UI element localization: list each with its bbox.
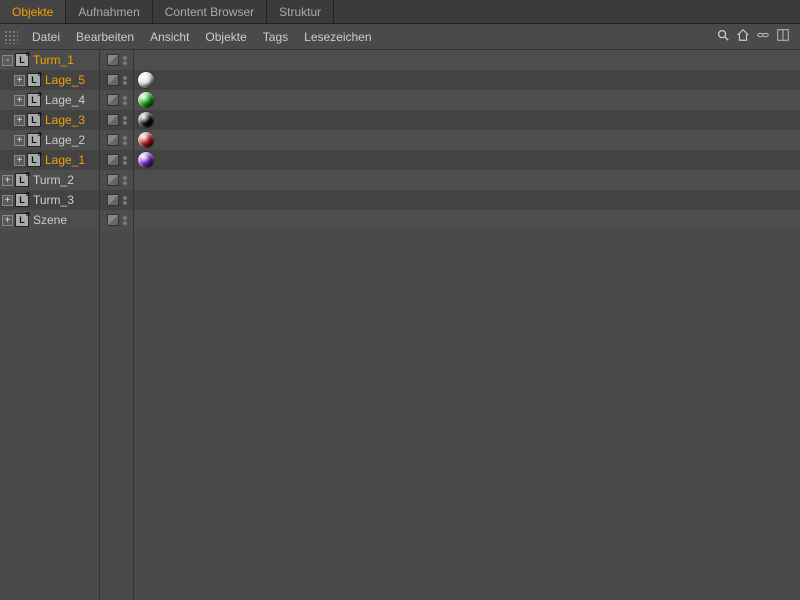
tag-row[interactable] (134, 150, 800, 170)
tag-row[interactable] (134, 90, 800, 110)
expand-icon[interactable]: + (2, 215, 13, 226)
render-visibility-toggle[interactable] (123, 216, 127, 225)
tree-item[interactable]: +L Lage_3 (0, 110, 99, 130)
material-tag-icon[interactable] (138, 72, 154, 88)
tag-row[interactable] (134, 170, 800, 190)
tab-aufnahmen[interactable]: Aufnahmen (66, 0, 152, 23)
material-tag-icon[interactable] (138, 152, 154, 168)
render-visibility-toggle[interactable] (123, 96, 127, 105)
tree-item-label: Turm_1 (33, 53, 74, 67)
layer-controls (100, 110, 133, 130)
null-object-icon: L (15, 173, 29, 187)
link-icon[interactable] (756, 28, 770, 45)
null-object-icon: L (27, 133, 41, 147)
tag-row[interactable] (134, 50, 800, 70)
tree-item-label: Lage_3 (45, 113, 85, 127)
material-tag-icon[interactable] (138, 112, 154, 128)
tree-item[interactable]: +L Lage_4 (0, 90, 99, 110)
menu-datei[interactable]: Datei (24, 24, 68, 50)
null-object-icon: L (27, 113, 41, 127)
layer-controls (100, 210, 133, 230)
tag-row[interactable] (134, 190, 800, 210)
render-visibility-toggle[interactable] (123, 136, 127, 145)
tag-row[interactable] (134, 130, 800, 150)
tab-objekte[interactable]: Objekte (0, 0, 66, 23)
object-manager-menubar: Datei Bearbeiten Ansicht Objekte Tags Le… (0, 24, 800, 50)
panel-grip-icon[interactable] (4, 30, 18, 44)
material-tag-icon[interactable] (138, 132, 154, 148)
render-visibility-toggle[interactable] (123, 156, 127, 165)
layer-visibility-toggle[interactable] (107, 54, 119, 66)
null-object-icon: L (15, 53, 29, 67)
object-manager-body: -LTurm_1+LLage_5+LLage_4+LLage_3+LLage_2… (0, 50, 800, 600)
layer-visibility-toggle[interactable] (107, 94, 119, 106)
render-visibility-toggle[interactable] (123, 176, 127, 185)
tag-row[interactable] (134, 70, 800, 90)
layer-visibility-toggle[interactable] (107, 114, 119, 126)
collapse-icon[interactable]: - (2, 55, 13, 66)
tree-item-label: Lage_4 (45, 93, 85, 107)
layout-icon[interactable] (776, 28, 790, 45)
tree-item[interactable]: +L Lage_5 (0, 70, 99, 90)
menu-ansicht[interactable]: Ansicht (142, 24, 197, 50)
tree-item[interactable]: +L Lage_1 (0, 150, 99, 170)
expand-icon[interactable]: + (14, 75, 25, 86)
layer-controls (100, 170, 133, 190)
tree-item[interactable]: +L Turm_3 (0, 190, 99, 210)
tree-item[interactable]: +L Szene (0, 210, 99, 230)
layer-visibility-toggle[interactable] (107, 154, 119, 166)
null-object-icon: L (27, 73, 41, 87)
tree-item-label: Lage_2 (45, 133, 85, 147)
tree-item-label: Turm_3 (33, 193, 74, 207)
material-tag-icon[interactable] (138, 92, 154, 108)
tree-item[interactable]: +L Turm_2 (0, 170, 99, 190)
expand-icon[interactable]: + (2, 195, 13, 206)
null-object-icon: L (27, 93, 41, 107)
tree-item[interactable]: -L Turm_1 (0, 50, 99, 70)
tag-row[interactable] (134, 110, 800, 130)
menu-lesezeichen[interactable]: Lesezeichen (296, 24, 379, 50)
render-visibility-toggle[interactable] (123, 196, 127, 205)
layer-controls (100, 90, 133, 110)
tab-content-browser[interactable]: Content Browser (153, 0, 267, 23)
tree-item-label: Lage_5 (45, 73, 85, 87)
layer-visibility-toggle[interactable] (107, 74, 119, 86)
render-visibility-toggle[interactable] (123, 116, 127, 125)
expand-icon[interactable]: + (14, 135, 25, 146)
search-icon[interactable] (716, 28, 730, 45)
menu-bearbeiten[interactable]: Bearbeiten (68, 24, 142, 50)
expand-icon[interactable]: + (2, 175, 13, 186)
menu-objekte[interactable]: Objekte (197, 24, 254, 50)
expand-icon[interactable]: + (14, 95, 25, 106)
menu-tags[interactable]: Tags (255, 24, 296, 50)
tree-item[interactable]: +L Lage_2 (0, 130, 99, 150)
tree-item-label: Szene (33, 213, 67, 227)
layer-controls (100, 50, 133, 70)
tree-item-label: Turm_2 (33, 173, 74, 187)
layer-controls (100, 70, 133, 90)
tab-struktur[interactable]: Struktur (267, 0, 334, 23)
expand-icon[interactable]: + (14, 155, 25, 166)
layer-visibility-toggle[interactable] (107, 134, 119, 146)
render-visibility-toggle[interactable] (123, 76, 127, 85)
layer-visibility-toggle[interactable] (107, 174, 119, 186)
layer-visibility-toggle[interactable] (107, 194, 119, 206)
panel-tabbar: Objekte Aufnahmen Content Browser Strukt… (0, 0, 800, 24)
layer-controls (100, 190, 133, 210)
null-object-icon: L (15, 193, 29, 207)
home-icon[interactable] (736, 28, 750, 45)
render-visibility-toggle[interactable] (123, 56, 127, 65)
tree-item-label: Lage_1 (45, 153, 85, 167)
null-object-icon: L (15, 213, 29, 227)
layer-controls (100, 130, 133, 150)
null-object-icon: L (27, 153, 41, 167)
expand-icon[interactable]: + (14, 115, 25, 126)
layer-controls (100, 150, 133, 170)
tag-row[interactable] (134, 210, 800, 230)
layer-visibility-toggle[interactable] (107, 214, 119, 226)
